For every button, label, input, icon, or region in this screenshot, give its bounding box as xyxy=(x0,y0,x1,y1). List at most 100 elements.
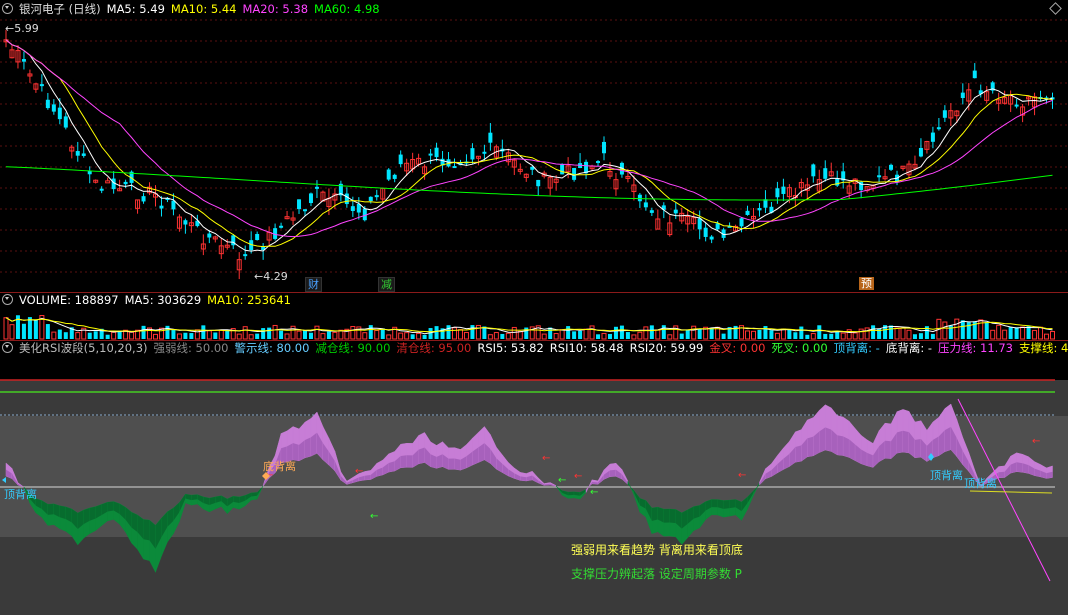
rsi-band-inner xyxy=(897,430,903,454)
volume-bar-down xyxy=(57,329,62,339)
event-tag-jian[interactable]: 减 xyxy=(378,277,395,292)
volume-bar-up xyxy=(900,327,906,340)
rsi-band-inner xyxy=(717,499,724,509)
volume-bar-up xyxy=(487,334,493,340)
volume-value-2: MA10: 253641 xyxy=(207,293,291,307)
volume-bar-down xyxy=(918,333,923,339)
collapse-icon[interactable] xyxy=(2,294,13,305)
candle-down xyxy=(560,164,565,175)
candle-down xyxy=(362,208,367,221)
volume-bar-up xyxy=(206,330,212,340)
volume-bar-up xyxy=(374,329,380,340)
volume-bar-up xyxy=(505,332,511,340)
note-line-2: 支撑压力辨起落 设定周期参数 P xyxy=(571,567,742,581)
volume-bar-down xyxy=(548,327,553,339)
candle-down xyxy=(763,199,768,208)
candle-down xyxy=(602,141,606,154)
golden-cross-arrow: ← xyxy=(574,471,582,482)
volume-bar-down xyxy=(279,330,284,339)
rsi-band-inner xyxy=(998,471,1005,478)
indicator-chart[interactable]: ←←←←←←←←← xyxy=(0,341,1068,615)
volume-bar-down xyxy=(500,333,505,339)
volume-bar-down xyxy=(368,325,373,339)
volume-bar-down xyxy=(63,332,68,339)
volume-bar-up xyxy=(338,329,344,340)
candle-down xyxy=(350,206,355,212)
volume-bar-up xyxy=(840,332,846,340)
volume-bar-up xyxy=(655,329,661,340)
volume-bar-down xyxy=(661,325,666,339)
volume-bar-up xyxy=(631,334,637,340)
rsi-band-inner xyxy=(89,506,96,521)
rsi-band-inner xyxy=(305,437,311,458)
volume-ma5-line xyxy=(5,317,1053,335)
volume-bar-down xyxy=(326,331,331,339)
indicator-value-12: 压力线: 11.73 xyxy=(938,341,1013,355)
volume-bar-down xyxy=(596,334,601,339)
candle-down xyxy=(889,164,894,170)
event-tag-yu[interactable]: 预 xyxy=(859,277,874,290)
rsi-band-inner xyxy=(609,469,616,477)
collapse-icon[interactable] xyxy=(2,342,13,353)
volume-panel[interactable]: VOLUME: 188897 MA5: 303629 MA10: 253641 xyxy=(0,293,1068,340)
volume-bar-up xyxy=(810,333,816,340)
volume-bar-up xyxy=(1020,326,1026,340)
collapse-icon[interactable] xyxy=(2,3,13,14)
rsi-band-inner xyxy=(807,436,814,457)
indicator-panel[interactable]: 美化RSI波段(5,10,20,3) 强弱线: 50.00 警示线: 80.00 减仓… xyxy=(0,341,1068,615)
volume-value-0: VOLUME: 188897 xyxy=(19,293,119,307)
volume-bar-down xyxy=(422,334,427,339)
volume-bar-up xyxy=(589,325,595,340)
event-tag-cai[interactable]: 财 xyxy=(305,277,322,292)
volume-bar-down xyxy=(171,329,176,339)
rsi-band-inner xyxy=(819,427,826,453)
rsi-band-inner xyxy=(837,435,844,456)
candle-down xyxy=(757,208,762,211)
candle-down xyxy=(398,154,403,165)
indicator-value-9: 死叉: 0.00 xyxy=(771,341,828,355)
volume-bar-down xyxy=(817,325,822,339)
rsi-band-inner xyxy=(885,440,892,459)
bottom-divergence-label: 底背离 xyxy=(263,460,296,473)
volume-bar-down xyxy=(410,334,415,339)
candle-down xyxy=(709,236,714,240)
stock-title: 银河电子 (日线) xyxy=(19,2,101,16)
rsi-band-inner xyxy=(903,430,909,453)
volume-bar-down xyxy=(566,326,571,339)
volume-bar-down xyxy=(829,333,834,339)
volume-bar-down xyxy=(446,325,451,339)
candle-down xyxy=(811,164,816,177)
volume-bar-down xyxy=(966,322,971,339)
rsi-band-inner xyxy=(143,519,150,541)
volume-bar-down xyxy=(960,320,965,339)
volume-bar-up xyxy=(906,329,912,340)
price-panel[interactable]: 银河电子 (日线) MA5: 5.49 MA10: 5.44 MA20: 5.38 MA… xyxy=(0,0,1068,292)
volume-bar-down xyxy=(805,334,810,339)
rsi-band-inner xyxy=(669,509,676,524)
volume-bar-up xyxy=(75,332,81,340)
volume-bar-up xyxy=(452,327,457,340)
indicator-value-3: 减仓线: 90.00 xyxy=(315,341,391,355)
rsi-band-inner xyxy=(388,461,395,473)
candle-up xyxy=(105,180,111,184)
volume-bar-up xyxy=(386,334,392,340)
volume-value-1: MA5: 303629 xyxy=(124,293,202,307)
volume-bar-up xyxy=(780,328,786,340)
volume-bar-up xyxy=(990,329,996,340)
price-header: 银河电子 (日线) MA5: 5.49 MA10: 5.44 MA20: 5.38 MA… xyxy=(0,2,392,17)
rsi-band-inner xyxy=(1016,462,1023,473)
rsi-band-inner xyxy=(795,445,802,463)
candle-down xyxy=(536,179,541,187)
volume-bar-down xyxy=(308,332,313,339)
volume-bar-up xyxy=(457,329,463,340)
volume-bar-down xyxy=(912,334,917,339)
indicator-value-0: 美化RSI波段(5,10,20,3) xyxy=(19,341,148,355)
rsi-band-inner xyxy=(448,458,455,470)
candle-down xyxy=(344,193,349,205)
volume-bar-up xyxy=(954,318,960,340)
price-chart[interactable] xyxy=(0,0,1068,292)
volume-bar-down xyxy=(434,326,439,339)
volume-bar-up xyxy=(493,332,499,340)
volume-bar-down xyxy=(165,325,170,339)
candle-down xyxy=(918,147,923,157)
